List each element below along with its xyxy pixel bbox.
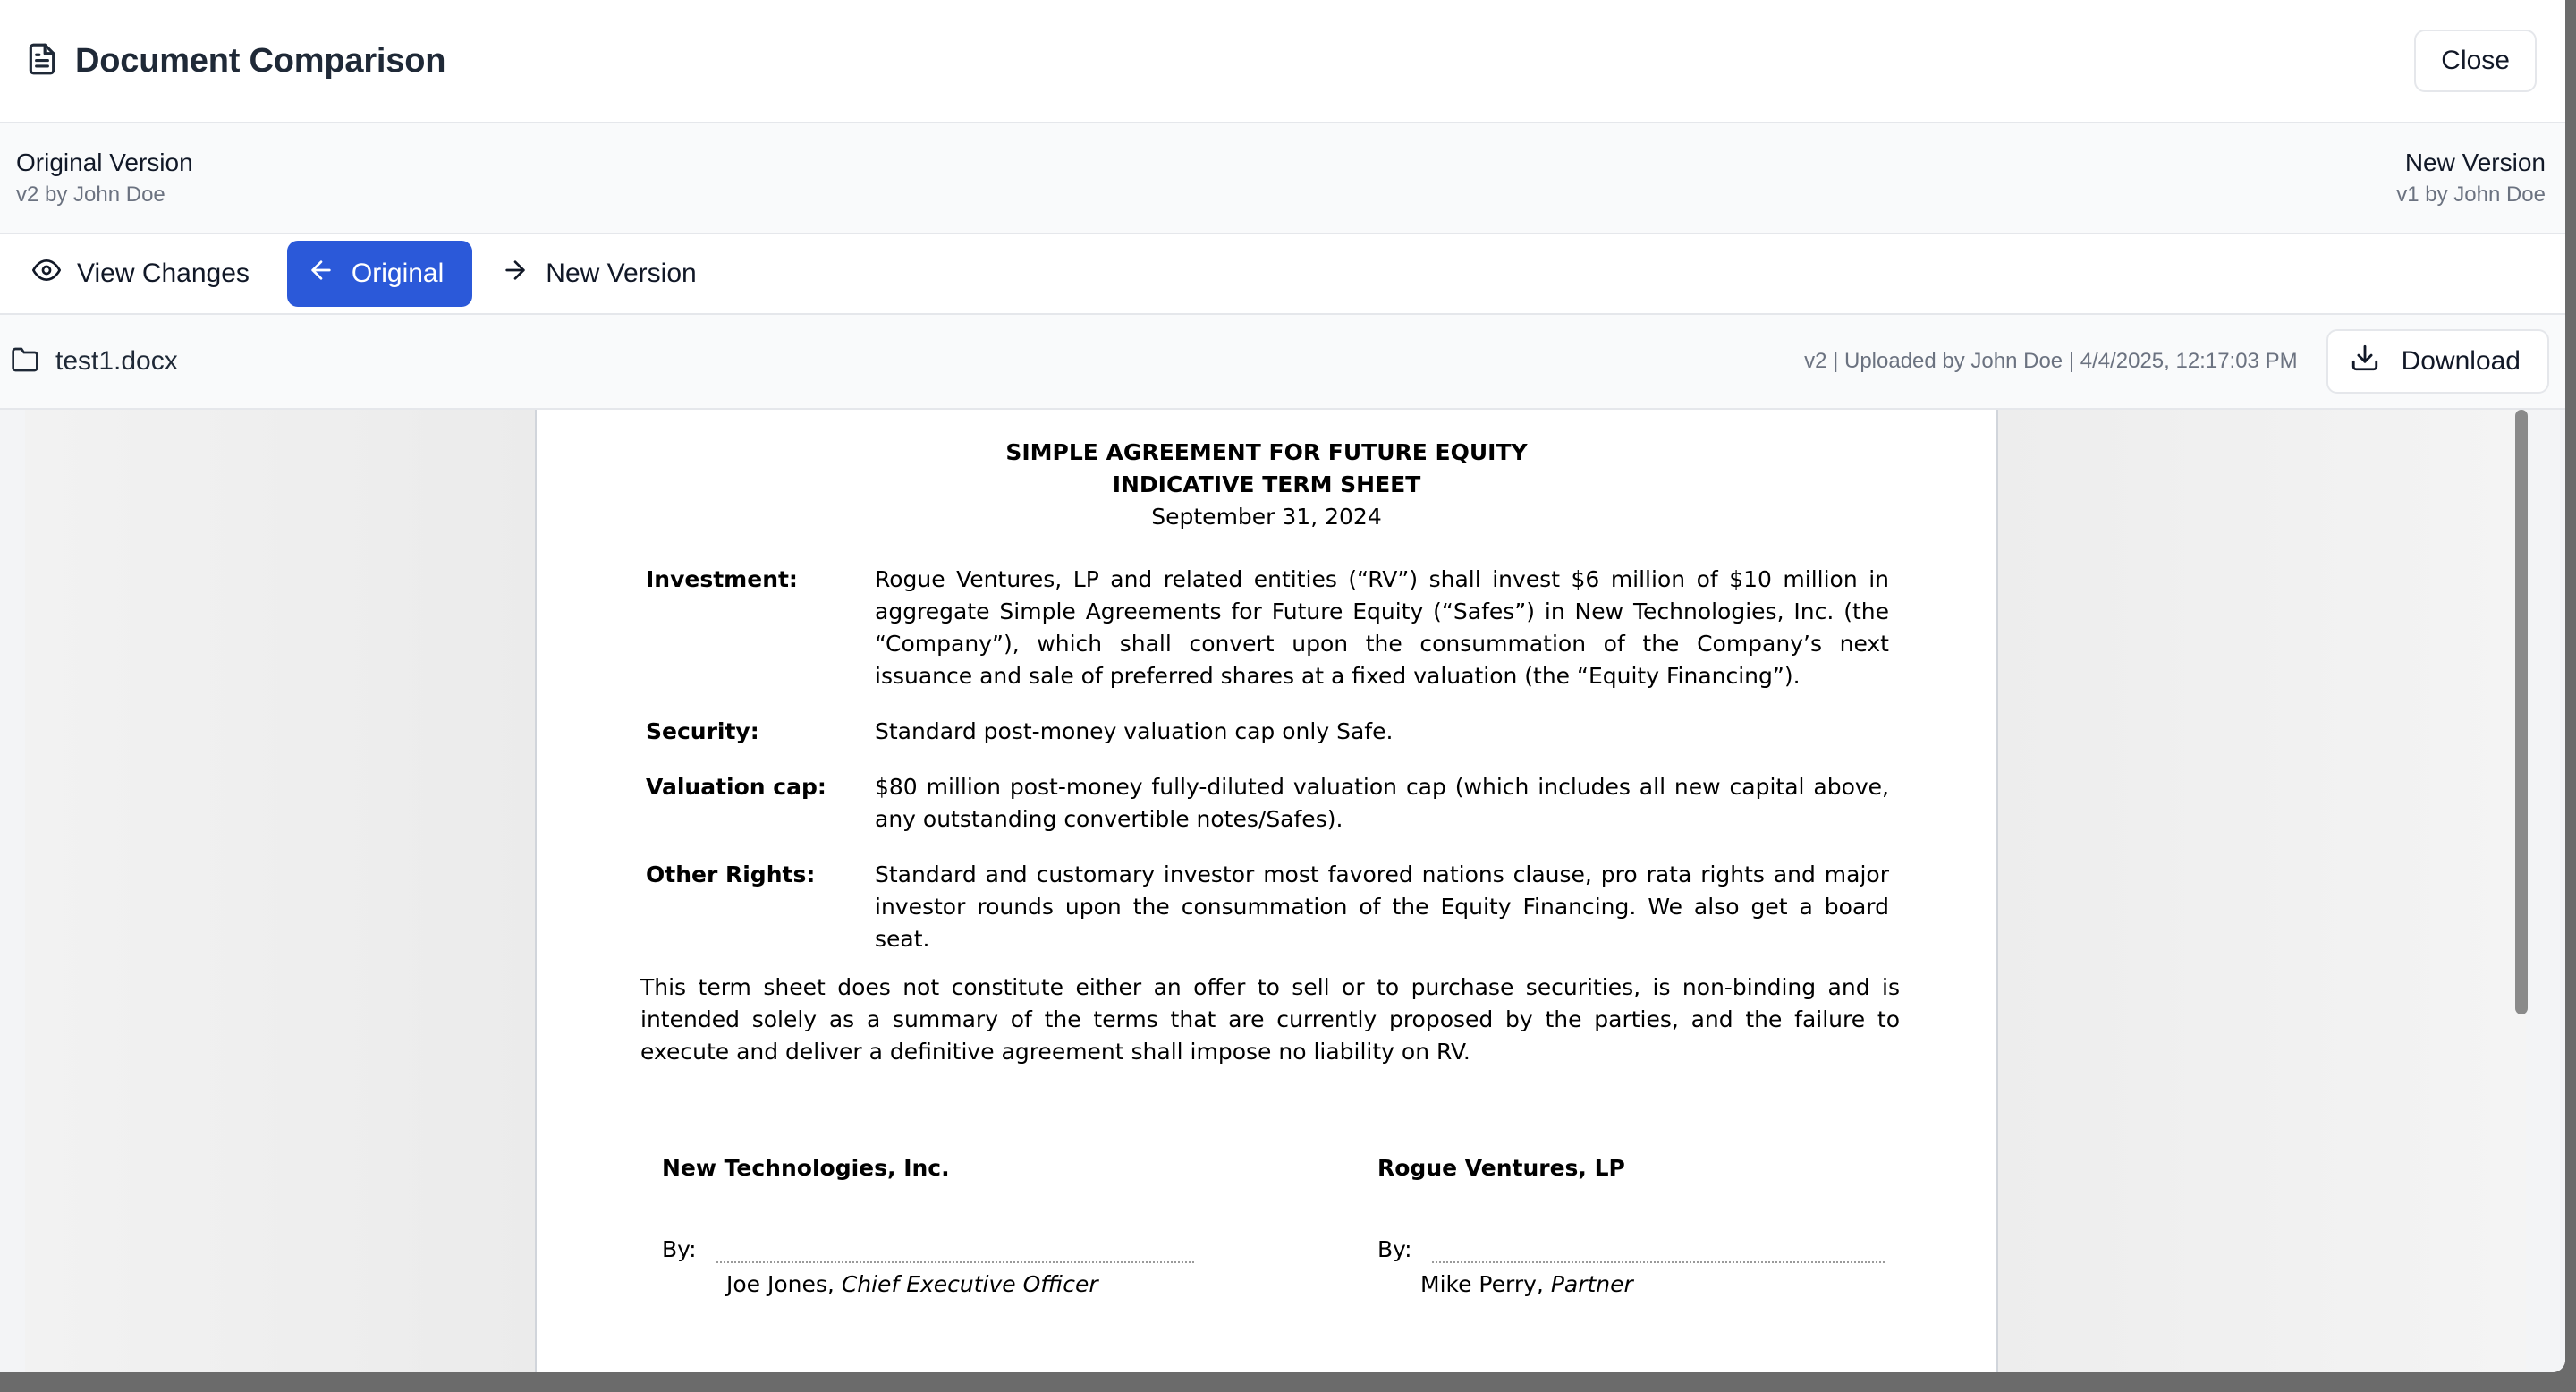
file-info: test1.docx [11,345,178,378]
tab-new-version[interactable]: New Version [481,241,724,307]
term-security: Security: Standard post-money valuation … [646,716,1889,748]
term-label: Valuation cap: [646,774,826,800]
term-investment: Investment: Rogue Ventures, LP and relat… [646,564,1889,692]
signer-role: Chief Executive Officer [841,1271,1098,1297]
tab-label: Original [351,259,445,288]
term-text: Standard post-money valuation cap only S… [875,718,1394,744]
new-version-subtitle: v1 by John Doe [2396,182,2546,207]
term-text: $80 million post-money fully-diluted val… [875,774,1889,832]
arrow-right-icon [501,256,530,292]
tab-view-changes[interactable]: View Changes [13,241,278,307]
term-text: Rogue Ventures, LP and related entities … [875,566,1889,689]
header-title-group: Document Comparison [25,42,445,81]
file-meta: v2 | Uploaded by John Doe | 4/4/2025, 12… [1804,349,2298,373]
document-viewer[interactable]: SIMPLE AGREEMENT FOR FUTURE EQUITY INDIC… [0,410,2565,1372]
signature-by-label: By: [662,1236,697,1262]
signature-line-row: By: [662,1236,1194,1263]
term-valuation-cap: Valuation cap: $80 million post-money fu… [646,771,1889,836]
signature-company: Rogue Ventures, LP [1377,1155,1625,1181]
document-comparison-modal: Document Comparison Close Original Versi… [0,0,2565,1372]
signer-role: Partner [1550,1271,1633,1297]
vertical-scrollbar[interactable] [2515,410,2528,1014]
eye-icon [32,256,61,292]
modal-title: Document Comparison [75,41,446,80]
modal-header: Document Comparison Close [0,0,2565,123]
folder-icon [11,345,39,378]
tab-label: New Version [546,259,697,288]
download-icon [2350,343,2380,380]
tab-original[interactable]: Original [286,241,473,307]
signature-block-company: New Technologies, Inc. By: Joe Jones, Ch… [662,1152,1194,1297]
term-label: Security: [646,718,759,744]
term-label: Other Rights: [646,862,816,887]
original-version-info: Original Version v2 by John Doe [16,149,193,208]
term-text: Standard and customary investor most fav… [875,862,1889,952]
term-other-rights: Other Rights: Standard and customary inv… [646,859,1889,955]
original-version-subtitle: v2 by John Doe [16,182,165,207]
file-actions: v2 | Uploaded by John Doe | 4/4/2025, 12… [1804,329,2549,394]
signature-line-row: By: [1377,1236,1885,1263]
new-version-info: New Version v1 by John Doe [2396,149,2546,208]
disclaimer-paragraph: This term sheet does not constitute eith… [640,974,1900,1065]
signature-company: New Technologies, Inc. [662,1155,950,1181]
signature-block-investor: Rogue Ventures, LP By: Mike Perry, Partn… [1377,1152,1885,1297]
view-tabs: View Changes Original New Version [0,234,2565,315]
original-version-title: Original Version [16,149,193,176]
signature-by-label: By: [1377,1236,1412,1262]
signer-name-text: Joe Jones, [726,1271,842,1297]
signature-line [716,1243,1194,1263]
signer-name: Mike Perry, Partner [1420,1269,1633,1301]
arrow-left-icon [307,256,335,292]
download-label: Download [2401,346,2521,376]
document-subtitle: INDICATIVE TERM SHEET [1112,471,1421,497]
tab-label: View Changes [77,259,250,288]
versions-bar: Original Version v2 by John Doe New Vers… [0,123,2565,234]
download-button[interactable]: Download [2326,329,2549,394]
viewer-margin-right [1998,410,2526,1372]
signer-name: Joe Jones, Chief Executive Officer [726,1269,1098,1301]
signer-name-text: Mike Perry, [1420,1271,1551,1297]
file-bar: test1.docx v2 | Uploaded by John Doe | 4… [0,315,2565,410]
signature-line [1431,1243,1885,1263]
new-version-title: New Version [2404,149,2546,176]
document-icon [25,42,59,81]
close-button[interactable]: Close [2414,30,2537,92]
viewer-margin-left [25,410,535,1372]
term-label: Investment: [646,566,798,592]
document-page: SIMPLE AGREEMENT FOR FUTURE EQUITY INDIC… [535,410,1998,1372]
file-name: test1.docx [55,346,178,376]
document-date: September 31, 2024 [1151,504,1382,530]
document-heading: SIMPLE AGREEMENT FOR FUTURE EQUITY INDIC… [537,437,1996,533]
document-title: SIMPLE AGREEMENT FOR FUTURE EQUITY [1005,439,1528,465]
